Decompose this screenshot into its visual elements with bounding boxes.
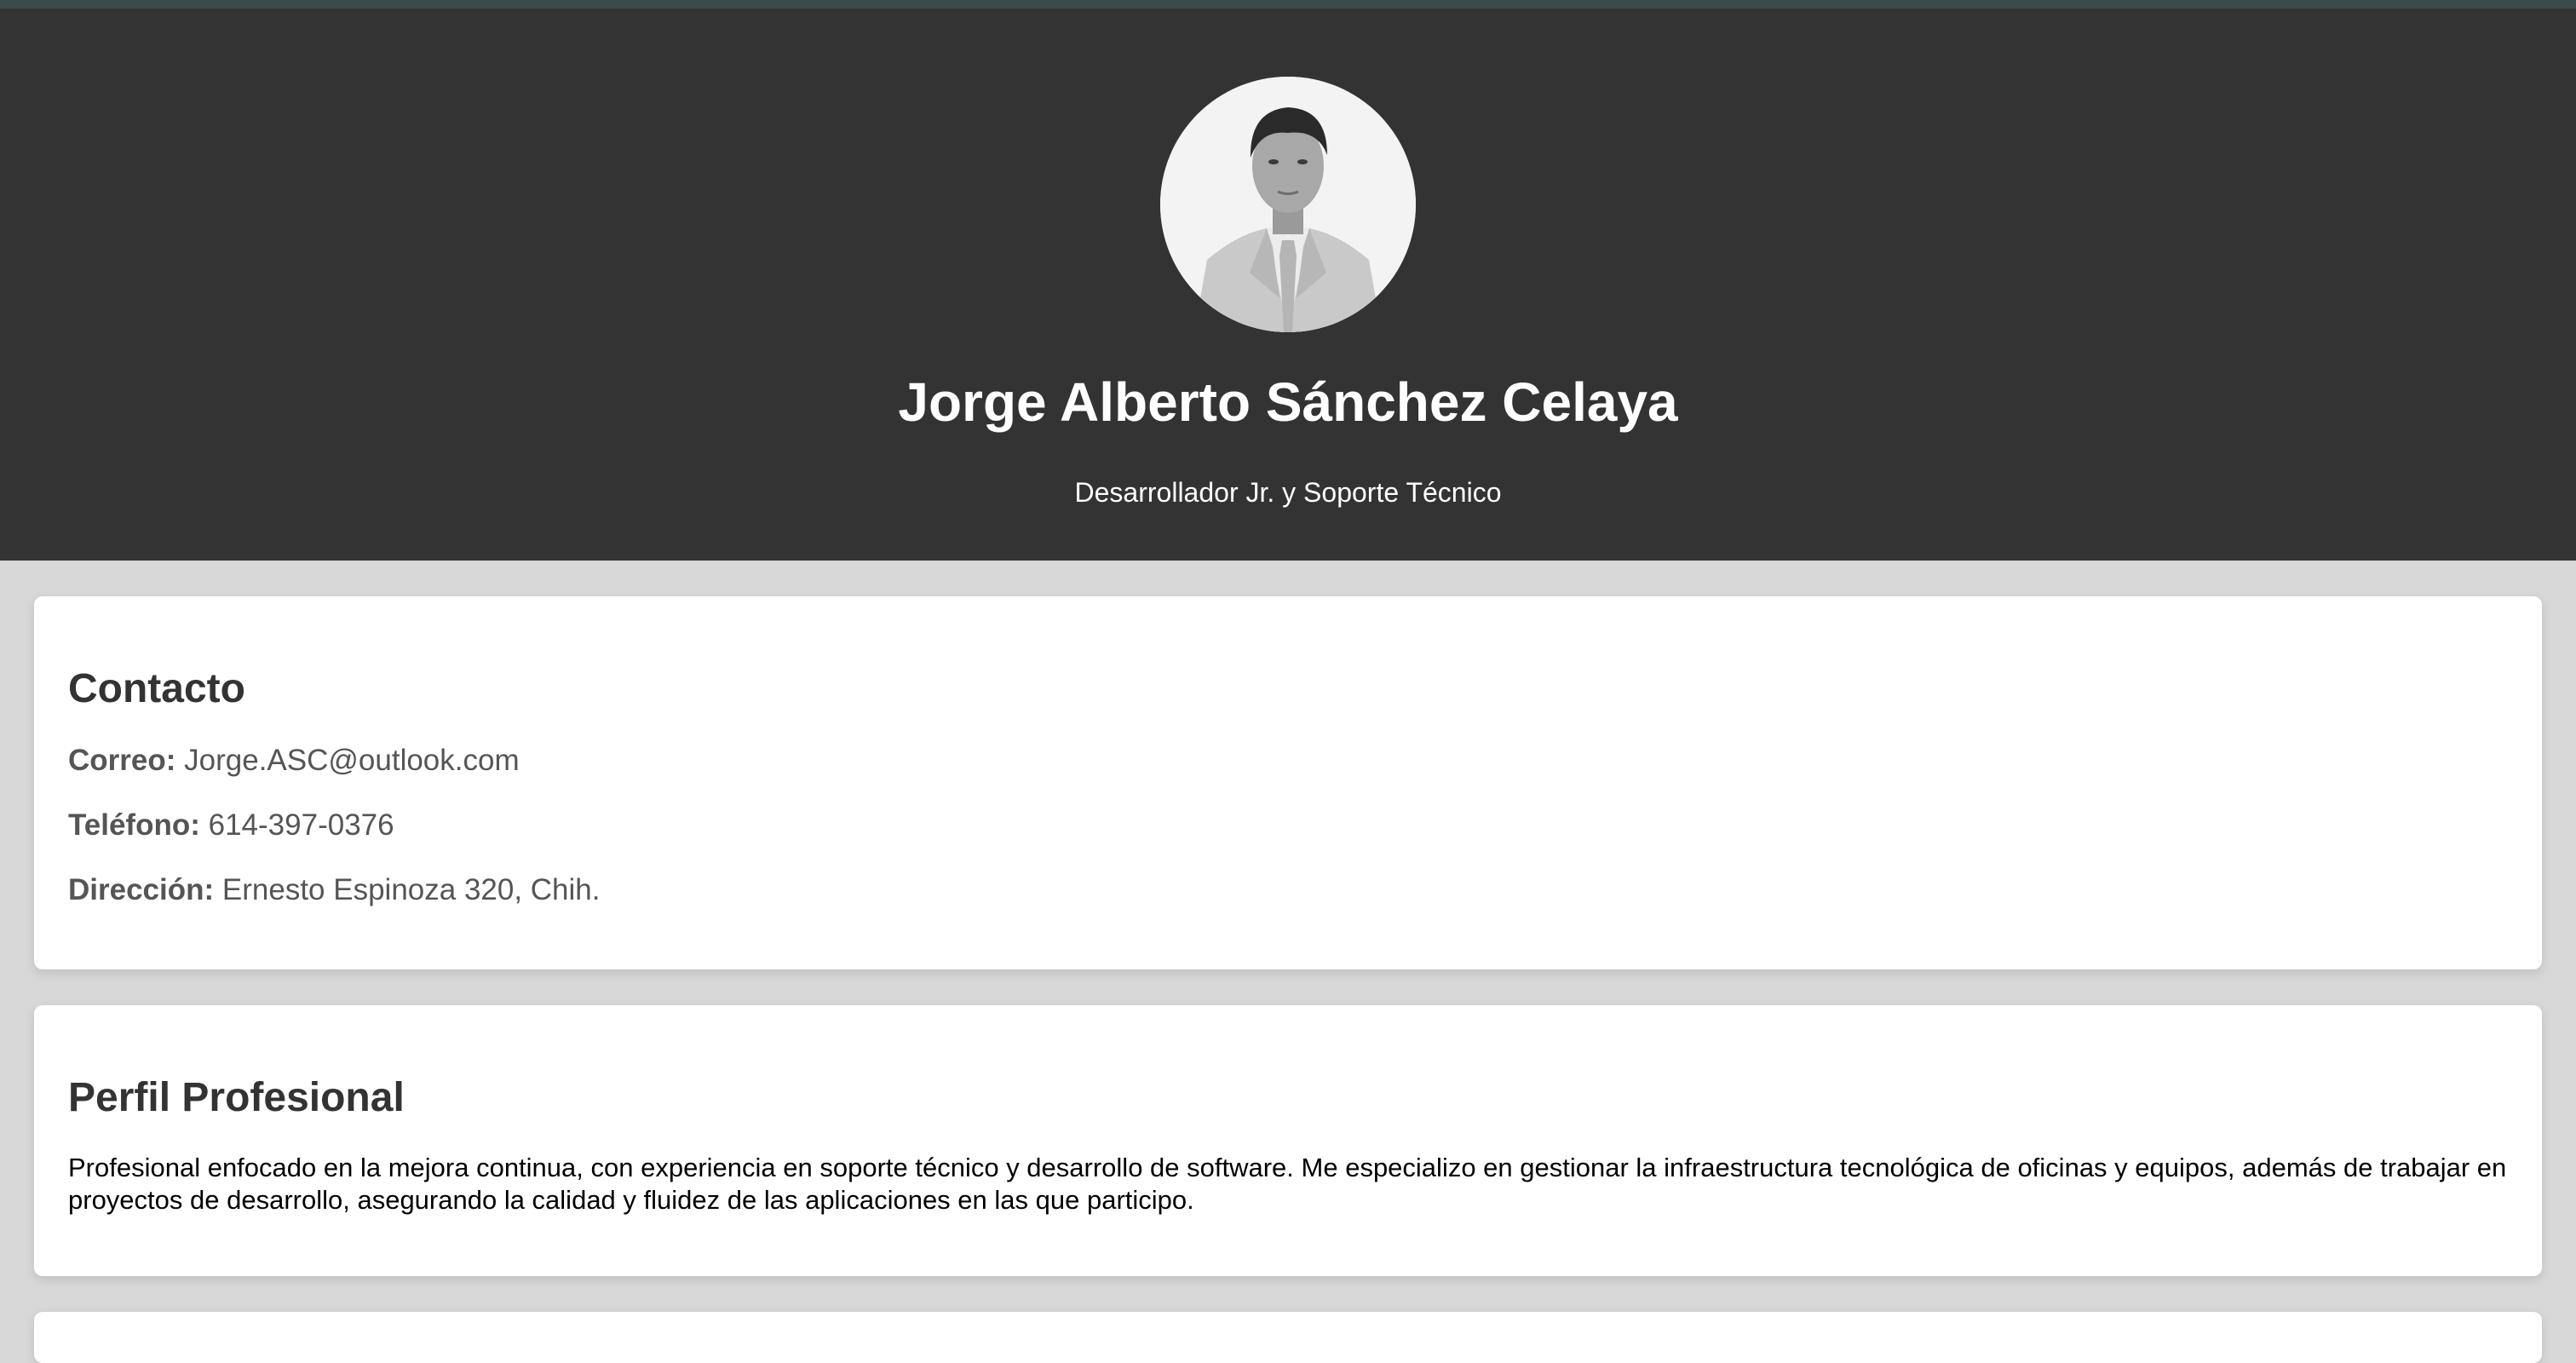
phone-label: Teléfono: (68, 808, 200, 842)
next-section-card (34, 1312, 2542, 1363)
address-value: Ernesto Espinoza 320, Chih. (221, 873, 601, 906)
email-value: Jorge.ASC@outlook.com (184, 744, 520, 777)
contact-address-row: Dirección: Ernesto Espinoza 320, Chih. (68, 872, 601, 908)
phone-value: 614-397-0376 (208, 808, 394, 842)
profile-header: Jorge Alberto Sánchez Celaya Desarrollad… (0, 9, 2576, 561)
contact-email-row: Correo: Jorge.ASC@outlook.com (68, 743, 520, 779)
address-label: Dirección: (68, 873, 215, 906)
contact-phone-row: Teléfono: 614-397-0376 (68, 808, 394, 843)
contact-heading: Contacto (68, 666, 245, 711)
person-portrait-icon (1160, 77, 1416, 332)
job-title: Desarrollador Jr. y Soporte Técnico (1074, 477, 1502, 508)
profile-description: Profesional enfocado en la mejora contin… (68, 1153, 2507, 1215)
email-label: Correo: (68, 744, 176, 777)
profile-photo (1160, 77, 1416, 332)
contact-card: Contacto Correo: Jorge.ASC@outlook.com T… (34, 596, 2542, 969)
profile-heading: Perfil Profesional (68, 1075, 405, 1120)
top-border (0, 0, 2576, 9)
profile-card: Perfil Profesional Profesional enfocado … (34, 1005, 2542, 1276)
person-name: Jorge Alberto Sánchez Celaya (898, 371, 1678, 433)
